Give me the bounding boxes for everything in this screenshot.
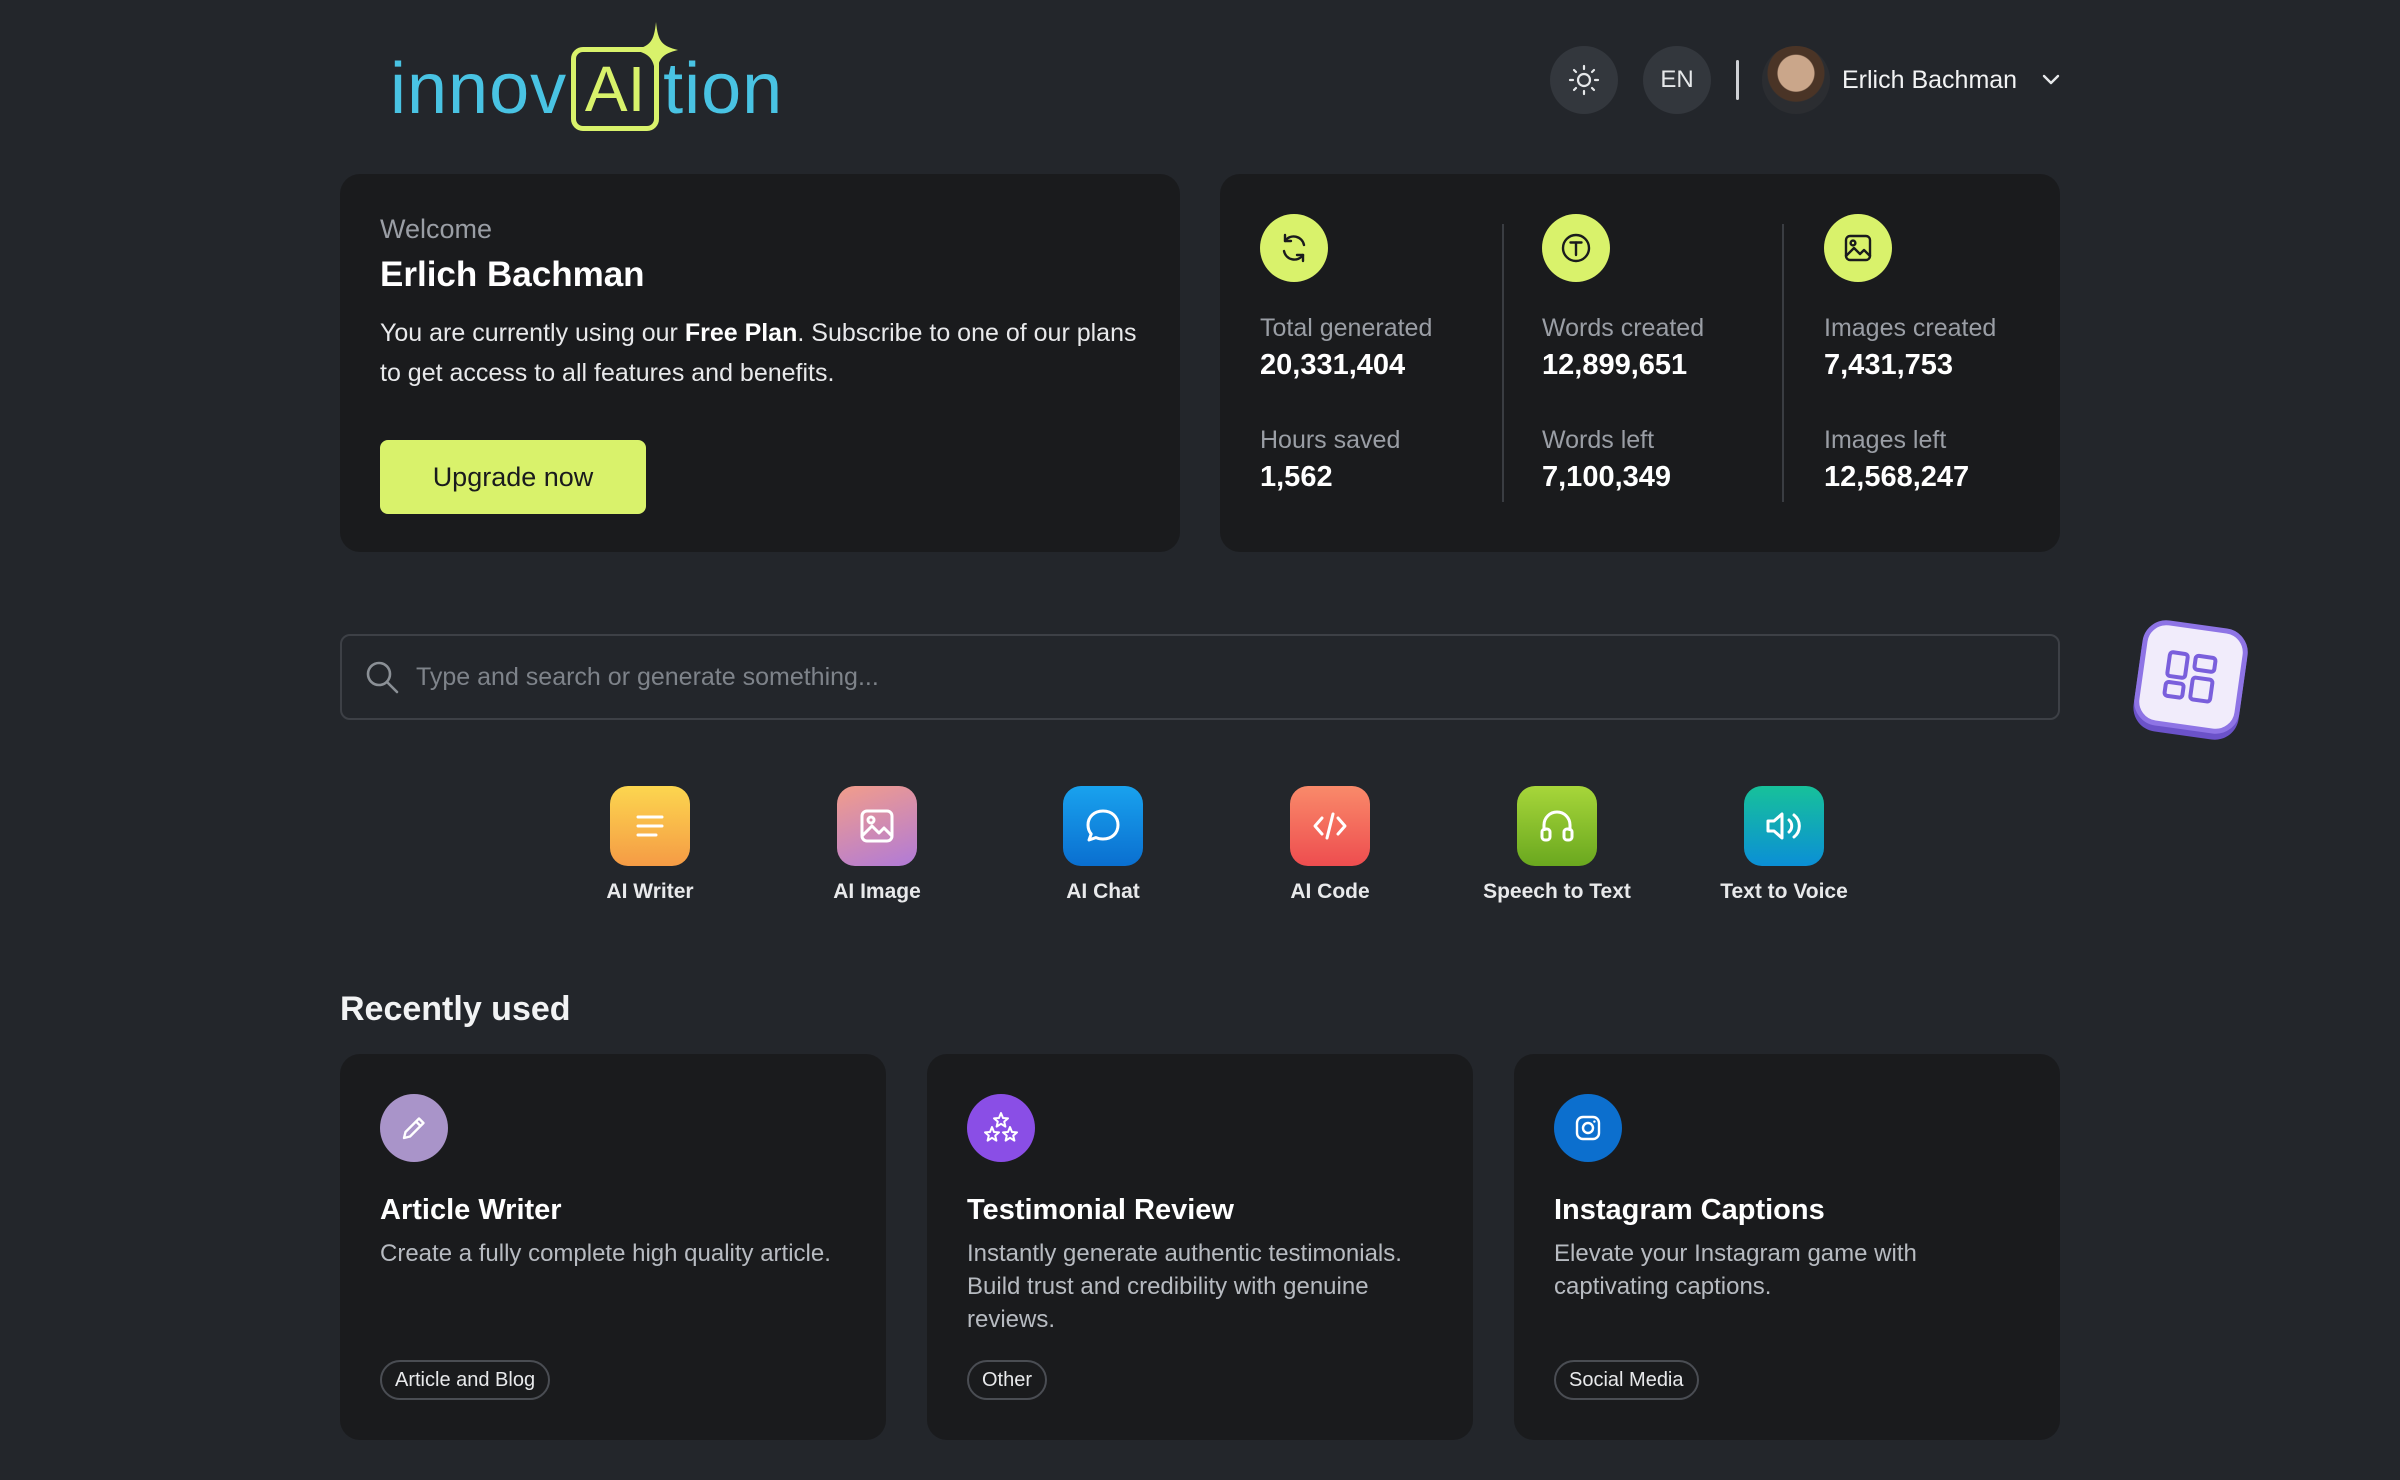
- recent-card-icon-badge: [380, 1094, 448, 1162]
- recent-card-title: Instagram Captions: [1554, 1194, 1825, 1226]
- theme-toggle-button[interactable]: [1550, 46, 1618, 114]
- image-icon: [860, 809, 894, 843]
- welcome-card: Welcome Erlich Bachman You are currently…: [340, 174, 1180, 552]
- plan-message-pre: You are currently using our: [380, 319, 685, 347]
- avatar: [1762, 46, 1830, 114]
- pencil-icon: [402, 1117, 425, 1140]
- stat-label: Words created: [1542, 314, 1705, 342]
- code-icon: [1313, 812, 1347, 840]
- tool-label: AI Chat: [1066, 880, 1140, 903]
- recent-card-description: Create a fully complete high quality art…: [380, 1240, 831, 1267]
- stat-icon-badge: [1260, 214, 1328, 282]
- welcome-greeting: Welcome: [380, 214, 493, 244]
- search-input[interactable]: [416, 662, 2016, 692]
- search-icon: [366, 661, 399, 694]
- speaker-icon: [1766, 812, 1801, 840]
- stat-value: 7,100,349: [1542, 461, 1672, 493]
- text-icon: [1561, 233, 1591, 263]
- tool-icon-tile: [610, 786, 690, 866]
- instagram-icon: [1575, 1115, 1601, 1141]
- tool-label: Speech to Text: [1483, 880, 1631, 903]
- stat-label: Hours saved: [1260, 426, 1401, 454]
- recent-card-title: Testimonial Review: [967, 1194, 1234, 1226]
- sun-icon: [1568, 64, 1600, 96]
- tool-ai-writer[interactable]: AI Writer: [560, 786, 740, 904]
- tool-label: AI Code: [1290, 880, 1370, 903]
- tool-speech-to-text[interactable]: Speech to Text: [1467, 786, 1647, 904]
- lines-icon: [636, 815, 664, 837]
- stat-label: Words left: [1542, 426, 1655, 454]
- recent-card-icon-badge: [1554, 1094, 1622, 1162]
- tool-label: AI Writer: [606, 880, 694, 903]
- recent-card-description: Elevate your Instagram game with captiva…: [1554, 1240, 1917, 1300]
- tool-icon-tile: [837, 786, 917, 866]
- logo-text-left: innov: [390, 49, 568, 129]
- stars-icon: [984, 1112, 1018, 1142]
- stat-divider: [1502, 224, 1504, 502]
- ai-tools-row: AI Writer AI Image AI Chat AI Code Speec…: [560, 786, 1848, 916]
- tool-text-to-voice[interactable]: Text to Voice: [1694, 786, 1874, 904]
- chat-bubble-icon: [1086, 809, 1120, 842]
- stat-icon-badge: [1542, 214, 1610, 282]
- stat-value: 12,899,651: [1542, 349, 1688, 381]
- category-tag: Article and Blog: [380, 1360, 551, 1400]
- plan-name: Free Plan: [684, 319, 798, 347]
- widget-grid-button[interactable]: [2131, 617, 2251, 737]
- refresh-icon: [1282, 233, 1306, 263]
- recent-card-article-writer[interactable]: Article Writer Create a fully complete h…: [340, 1054, 886, 1440]
- category-tag: Social Media: [1554, 1360, 1699, 1400]
- tool-icon-tile: [1290, 786, 1370, 866]
- sparkle-icon: [634, 22, 679, 78]
- tool-icon-tile: [1517, 786, 1597, 866]
- stat-column-images: Images created 7,431,753 Images left 12,…: [1824, 214, 2084, 494]
- image-icon: [1844, 234, 1872, 262]
- tool-label: AI Image: [833, 880, 921, 903]
- category-tag: Other: [967, 1360, 1048, 1400]
- stat-label: Images left: [1824, 426, 1947, 454]
- stat-value: 7,431,753: [1824, 349, 1954, 381]
- tool-icon-tile: [1744, 786, 1824, 866]
- stat-label: Images created: [1824, 314, 1997, 342]
- language-label: EN: [1660, 66, 1694, 93]
- recent-card-icon-badge: [967, 1094, 1035, 1162]
- recent-card-instagram-captions[interactable]: Instagram Captions Elevate your Instagra…: [1514, 1054, 2060, 1440]
- stat-column-total: Total generated 20,331,404 Hours saved 1…: [1260, 214, 1520, 494]
- user-name: Erlich Bachman: [1842, 65, 2018, 94]
- chevron-down-icon: [2042, 74, 2060, 85]
- logo-ai-box: AI: [571, 22, 679, 131]
- headphones-icon: [1540, 810, 1574, 842]
- tool-ai-code[interactable]: AI Code: [1240, 786, 1420, 904]
- header-divider: [1736, 60, 1739, 100]
- recently-used-heading: Recently used: [340, 990, 571, 1028]
- tool-icon-tile: [1063, 786, 1143, 866]
- tool-label: Text to Voice: [1720, 880, 1848, 903]
- language-button[interactable]: EN: [1643, 46, 1711, 114]
- welcome-user-name: Erlich Bachman: [380, 255, 645, 294]
- stat-value: 1,562: [1260, 461, 1333, 493]
- plan-message: You are currently using our Free Plan. S…: [380, 313, 1140, 393]
- brand-logo[interactable]: innov AI tion: [390, 22, 784, 144]
- tool-ai-chat[interactable]: AI Chat: [1013, 786, 1193, 904]
- user-menu[interactable]: Erlich Bachman: [1762, 44, 2065, 116]
- stat-label: Total generated: [1260, 314, 1433, 342]
- stat-value: 20,331,404: [1260, 349, 1406, 381]
- dashboard-page: innov AI tion EN Erlich Bachman Welcome: [0, 0, 2400, 1480]
- stat-column-words: Words created 12,899,651 Words left 7,10…: [1542, 214, 1802, 494]
- usage-stats-card: Total generated 20,331,404 Hours saved 1…: [1220, 174, 2060, 552]
- stat-value: 12,568,247: [1824, 461, 1970, 493]
- logo-text-right: tion: [663, 49, 784, 129]
- tool-ai-image[interactable]: AI Image: [787, 786, 967, 904]
- stat-icon-badge: [1824, 214, 1892, 282]
- recent-card-title: Article Writer: [380, 1194, 562, 1226]
- grid-icon: [2162, 650, 2218, 704]
- stat-divider: [1782, 224, 1784, 502]
- recent-card-testimonial-review[interactable]: Testimonial Review Instantly generate au…: [927, 1054, 1473, 1440]
- recent-card-description: Instantly generate authentic testimonial…: [967, 1240, 1402, 1333]
- upgrade-button[interactable]: Upgrade now: [380, 440, 646, 514]
- search-bar: [340, 634, 2060, 720]
